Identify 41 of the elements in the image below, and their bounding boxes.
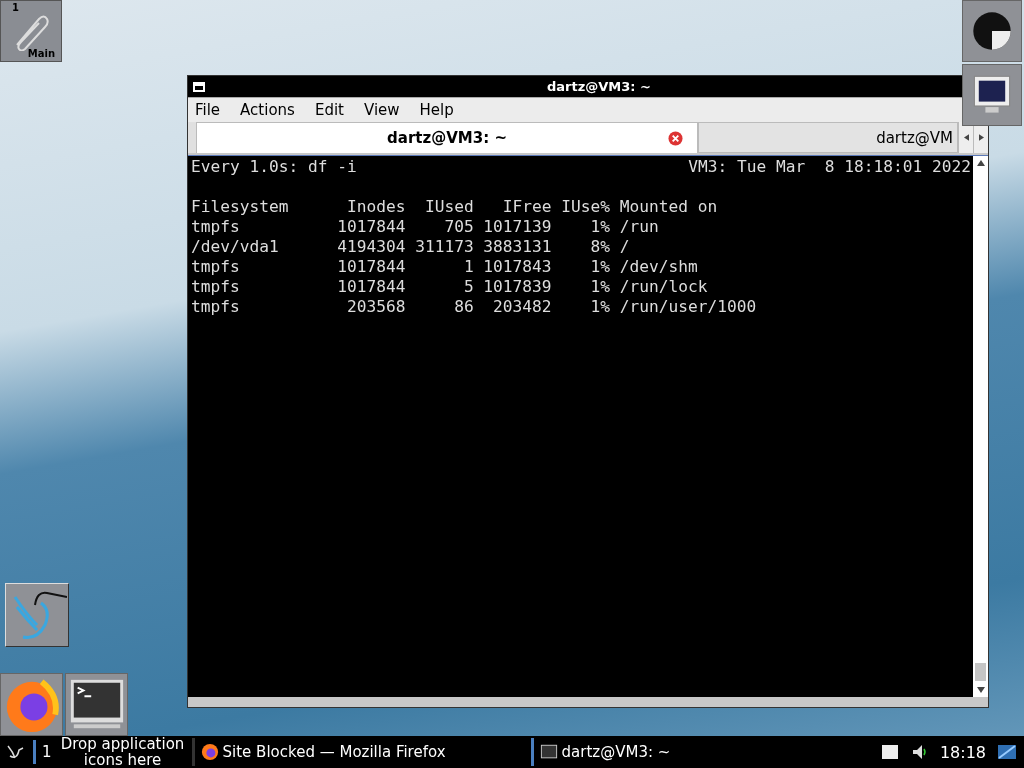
scrollbar[interactable] (973, 156, 988, 697)
scroll-up-icon[interactable] (976, 160, 985, 166)
workspace-pager[interactable]: 1 Main (0, 0, 62, 62)
menu-item[interactable]: Actions (237, 101, 298, 119)
scroll-left-icon[interactable] (963, 134, 969, 141)
menu-item[interactable]: File (192, 101, 224, 119)
scroll-right-icon[interactable] (978, 134, 984, 141)
terminal-line: tmpfs 1017844 1 1017843 1% /dev/shm (191, 257, 699, 277)
scroll-down-icon[interactable] (976, 687, 985, 693)
window-title: dartz@VM3: ~ (546, 79, 652, 94)
terminal-line: tmpfs 1017844 705 1017139 1% /run (191, 217, 660, 237)
terminal-line: Every 1.0s: df -i (191, 157, 357, 177)
monitor-icon[interactable] (962, 64, 1022, 126)
drop-hint: Drop application icons here (59, 736, 186, 768)
task-button[interactable]: Site Blocked — Mozilla Firefox (191, 738, 527, 766)
menu-item[interactable]: View (360, 101, 403, 119)
pie-chart-icon[interactable] (962, 0, 1022, 62)
terminal-line: VM3: Tue Mar 8 18:18:01 2022 (688, 157, 971, 177)
terminal-line: /dev/vda1 4194304 311173 3883131 8% / (191, 237, 631, 257)
menu-item[interactable]: Help (416, 101, 457, 119)
workspace-button[interactable]: 1 (33, 740, 58, 764)
terminal-tab[interactable]: dartz@VM (698, 122, 958, 153)
close-icon[interactable] (668, 130, 683, 146)
workspace-label: Main (27, 48, 55, 59)
terminal-line: Filesystem Inodes IUsed IFree IUse% Mounted on (191, 197, 719, 217)
menu-item[interactable]: Edit (311, 101, 347, 119)
network-icon[interactable] (996, 742, 1018, 762)
terminal-icon[interactable] (65, 673, 128, 736)
clock[interactable]: 18:18 (939, 742, 986, 762)
terminal-tab[interactable]: dartz@VM3: ~ (196, 122, 698, 153)
task-button[interactable]: dartz@VM3: ~ (530, 738, 846, 766)
terminal-line: tmpfs 203568 86 203482 1% /run/user/1000 (191, 297, 758, 317)
window-menu-button[interactable] (193, 81, 205, 92)
bird-icon[interactable] (5, 583, 69, 647)
terminal-line: tmpfs 1017844 5 1017839 1% /run/lock (191, 277, 709, 297)
workspace-number: 1 (12, 2, 19, 13)
firefox-icon (200, 743, 219, 761)
firefox-icon[interactable] (0, 673, 63, 736)
terminal-icon (539, 743, 558, 761)
note-icon[interactable] (879, 742, 900, 762)
scroll-thumb[interactable] (975, 663, 986, 681)
